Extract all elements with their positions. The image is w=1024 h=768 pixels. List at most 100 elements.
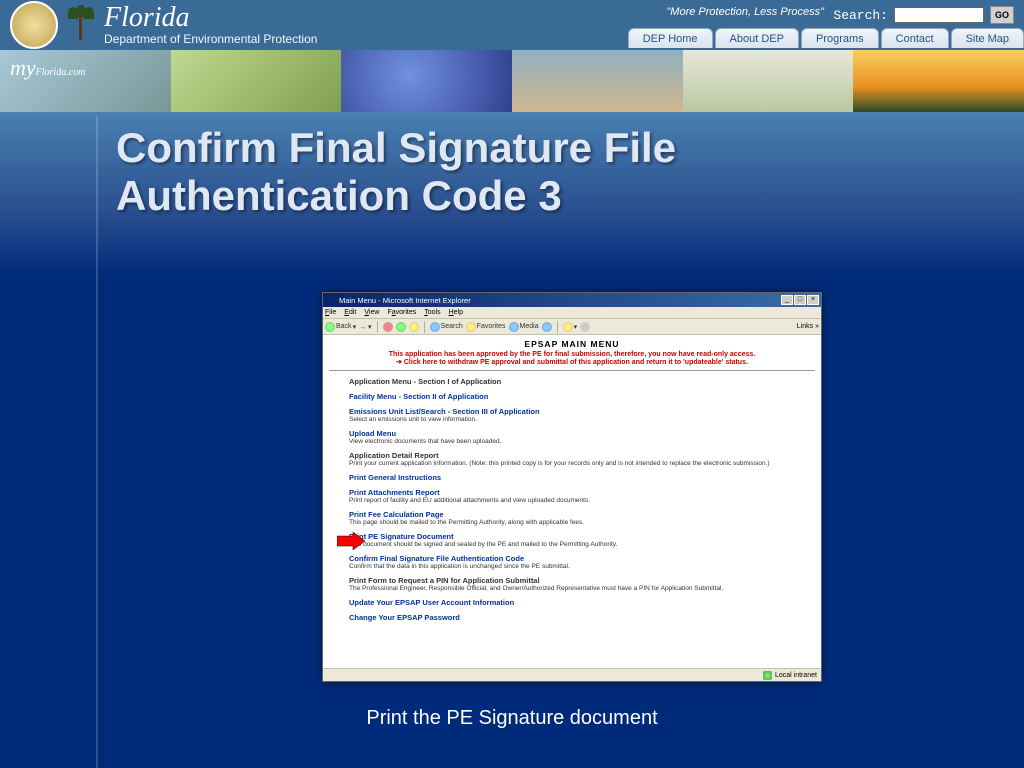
home-button[interactable] [409,322,419,332]
instructions-link[interactable]: Print General Instructions [349,473,815,482]
detail-desc: Print your current application informati… [349,460,815,467]
print-button[interactable] [580,322,590,332]
toolbar: Back ▾ → ▾ Search Favorites Media ▾ Link… [323,319,821,335]
photo-3 [341,50,512,112]
dept-name: Department of Environmental Protection [104,32,317,46]
slide-title-line2: Authentication Code 3 [116,172,676,220]
banner-top: Florida Department of Environmental Prot… [0,0,1024,50]
search-icon [430,322,440,332]
slide-body: Confirm Final Signature File Authenticat… [0,112,1024,768]
maximize-button[interactable]: □ [794,295,806,305]
nav-contact[interactable]: Contact [881,28,949,48]
links-label: Links [797,323,813,330]
title-block: Florida Department of Environmental Prot… [104,4,317,46]
state-name: Florida [104,4,317,32]
logo-area: Florida Department of Environmental Prot… [10,1,317,49]
app-menu-heading: Application Menu - Section I of Applicat… [349,377,815,386]
tagline: "More Protection, Less Process" [666,6,824,18]
upload-link[interactable]: Upload Menu [349,429,815,438]
slide-title-line1: Confirm Final Signature File [116,124,676,172]
separator-icon [557,321,558,333]
update-account-link[interactable]: Update Your EPSAP User Account Informati… [349,598,815,607]
myfl-prefix: my [10,55,36,80]
photo-strip [0,50,1024,112]
home-icon [409,322,419,332]
zone-label: Local intranet [775,672,817,679]
nav-programs[interactable]: Programs [801,28,879,48]
fee-desc: This page should be mailed to the Permit… [349,519,815,526]
menu-tools[interactable]: Tools [424,309,440,316]
nav-sitemap[interactable]: Site Map [951,28,1024,48]
statusbar: Local intranet [323,668,821,681]
fav-label: Favorites [477,323,506,330]
callout-arrow-icon [337,532,365,550]
confirm-desc: Confirm that the data in this applicatio… [349,563,815,570]
menu-help[interactable]: Help [449,309,463,316]
attachments-desc: Print report of facility and EU addition… [349,497,815,504]
mail-icon [563,322,573,332]
fee-link[interactable]: Print Fee Calculation Page [349,510,815,519]
myfl-suffix: Florida.com [36,67,86,78]
pin-heading: Print Form to Request a PIN for Applicat… [349,576,815,585]
back-button[interactable]: Back ▾ [325,322,356,332]
page-content: EPSAP MAIN MENU This application has bee… [323,335,821,668]
readonly-notice: This application has been approved by th… [329,351,815,358]
go-button[interactable]: GO [990,6,1014,24]
menubar: File Edit View Favorites Tools Help [323,307,821,319]
photo-4 [512,50,683,112]
photo-6 [853,50,1024,112]
stop-button[interactable] [383,322,393,332]
separator-icon [377,321,378,333]
refresh-button[interactable] [396,322,406,332]
search-btn-label: Search [441,323,463,330]
history-icon [542,322,552,332]
media-icon [509,322,519,332]
window-titlebar[interactable]: Main Menu - Microsoft Internet Explorer … [323,293,821,307]
header-banner: Florida Department of Environmental Prot… [0,0,1024,112]
palm-tree-icon [66,5,96,45]
history-button[interactable] [542,322,552,332]
print-icon [580,322,590,332]
state-seal-icon [10,1,58,49]
close-button[interactable]: × [807,295,819,305]
photo-2 [171,50,342,112]
slide-title: Confirm Final Signature File Authenticat… [116,124,676,221]
menu-edit[interactable]: Edit [344,309,356,316]
favorites-button[interactable]: Favorites [466,322,506,332]
mail-button[interactable]: ▾ [563,322,578,332]
change-password-link[interactable]: Change Your EPSAP Password [349,613,815,622]
nav-dep-home[interactable]: DEP Home [628,28,713,48]
links-bar[interactable]: Links » [797,323,819,330]
facility-menu-link[interactable]: Facility Menu - Section II of Applicatio… [349,392,815,401]
forward-button[interactable]: → ▾ [359,323,371,331]
confirm-link[interactable]: Confirm Final Signature File Authenticat… [349,554,815,563]
myflorida-logo[interactable]: myFlorida.com [10,55,85,81]
window-buttons: _ □ × [781,295,819,305]
signature-desc: This document should be signed and seale… [349,541,815,548]
search-input[interactable] [894,7,984,23]
slide-caption: Print the PE Signature document [0,707,1024,730]
divider [329,370,815,371]
photo-5 [683,50,854,112]
media-label: Media [520,323,539,330]
withdraw-link[interactable]: Click here to withdraw PE approval and s… [329,358,815,366]
back-icon [325,322,335,332]
pin-desc: The Professional Engineer, Responsible O… [349,585,815,592]
emissions-link[interactable]: Emissions Unit List/Search - Section III… [349,407,815,416]
nav-about[interactable]: About DEP [715,28,799,48]
page-title: EPSAP MAIN MENU [329,339,815,349]
search-area: Search: GO [833,6,1014,24]
signature-link[interactable]: Print PE Signature Document [349,532,815,541]
minimize-button[interactable]: _ [781,295,793,305]
divider [96,116,98,768]
search-button[interactable]: Search [430,322,463,332]
emissions-desc: Select an emissions unit to view informa… [349,416,815,423]
menu-view[interactable]: View [364,309,379,316]
stop-icon [383,322,393,332]
attachments-link[interactable]: Print Attachments Report [349,488,815,497]
detail-heading: Application Detail Report [349,451,815,460]
media-button[interactable]: Media [509,322,539,332]
menu-file[interactable]: File [325,309,336,316]
refresh-icon [396,322,406,332]
menu-favorites[interactable]: Favorites [387,309,416,316]
